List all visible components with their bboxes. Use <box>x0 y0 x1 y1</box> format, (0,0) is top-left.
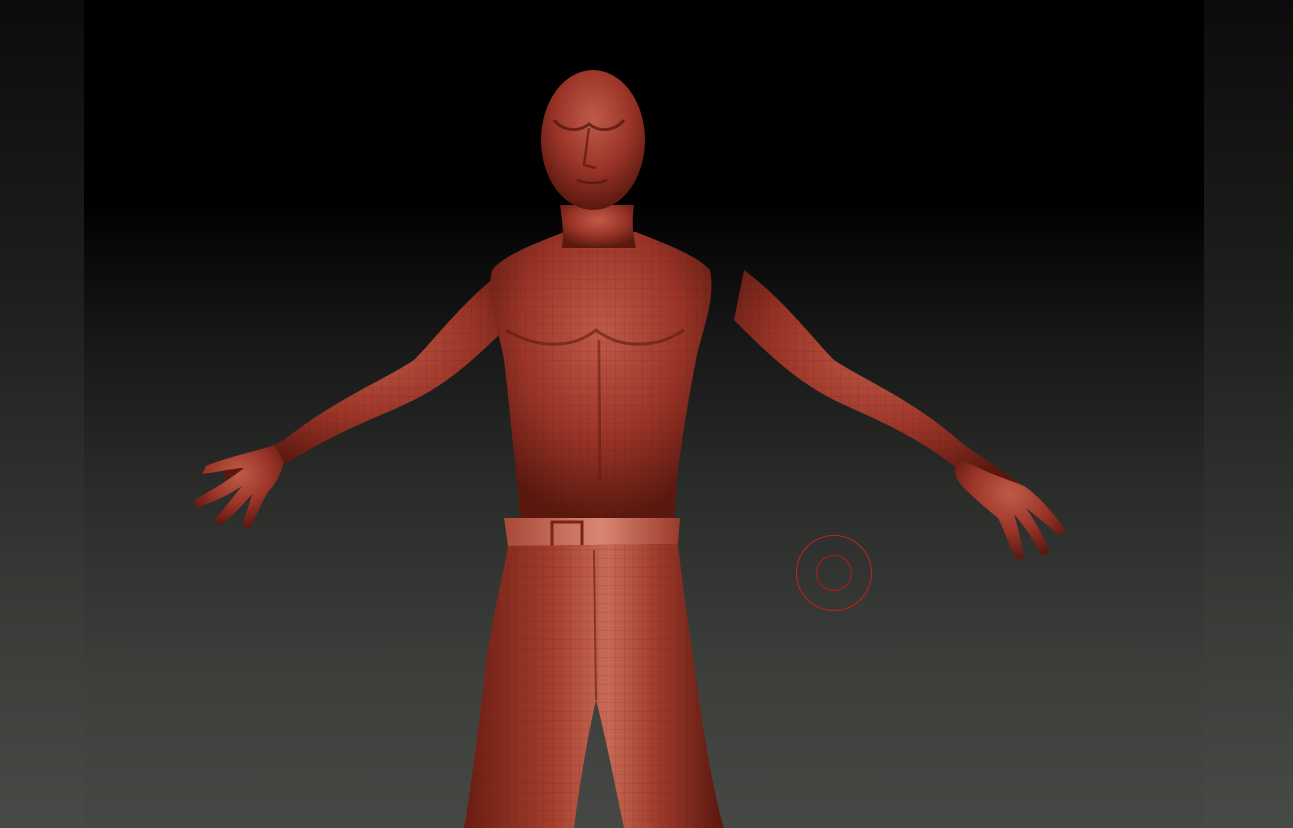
sculpt-viewport[interactable] <box>84 0 1204 828</box>
sculpt-app <box>0 0 1293 828</box>
left-side-panel <box>0 0 84 828</box>
right-hand <box>954 458 1066 560</box>
right-arm-grid <box>734 270 1029 498</box>
head <box>541 70 645 210</box>
left-hand <box>194 445 284 528</box>
left-arm-grid <box>224 270 514 478</box>
right-side-panel <box>1204 0 1293 828</box>
sculpt-mesh-figure[interactable] <box>84 0 1204 828</box>
brush-cursor-ring[interactable] <box>796 535 872 611</box>
neck <box>560 205 636 248</box>
belt <box>504 518 680 546</box>
ab-line <box>597 339 602 481</box>
brush-focal-ring <box>816 555 852 591</box>
